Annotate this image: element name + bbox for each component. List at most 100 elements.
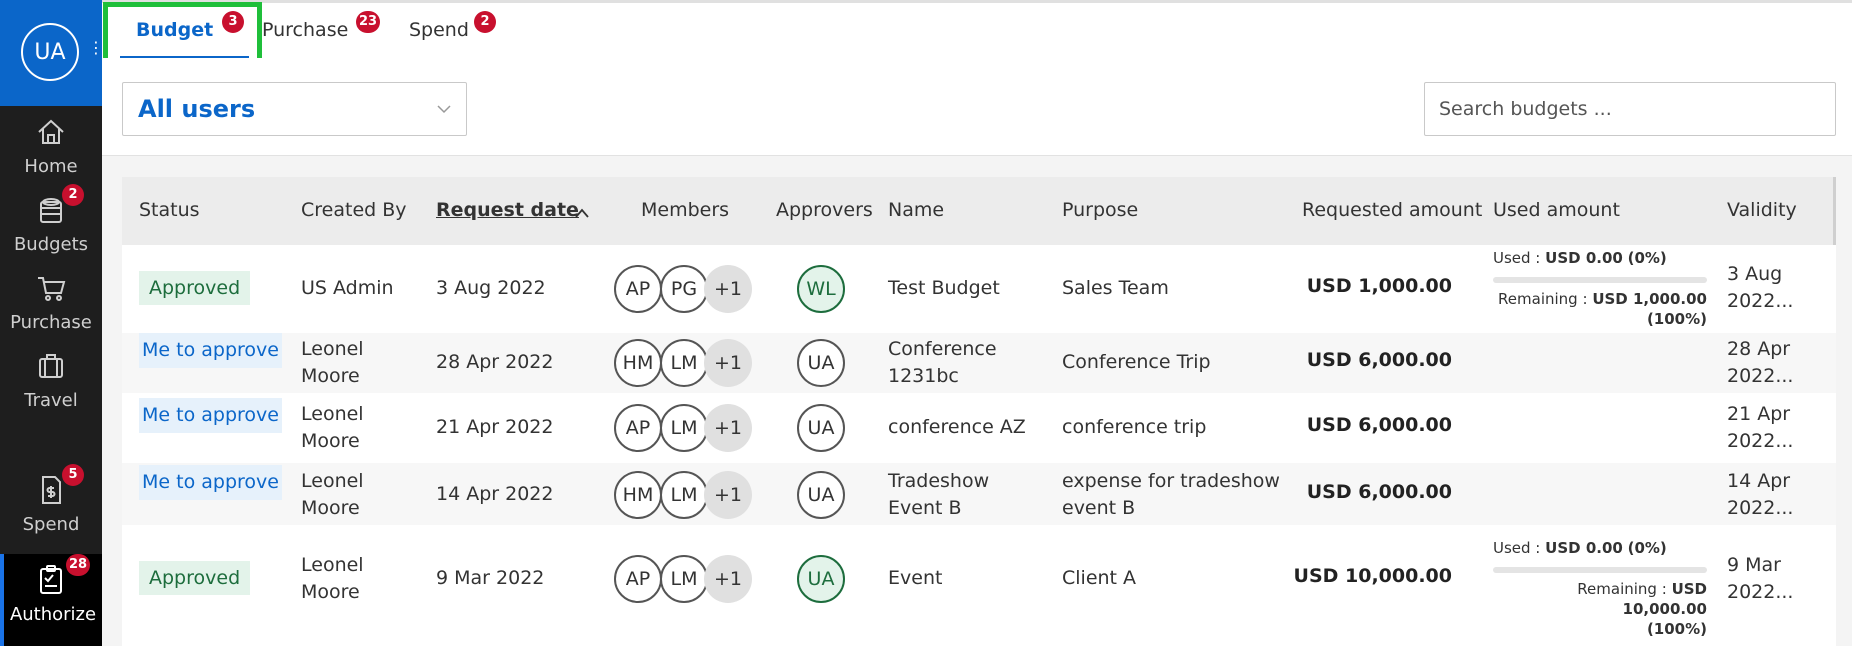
used-value: USD 0.00	[1545, 249, 1623, 267]
requested-amount: USD 6,000.00	[1306, 414, 1452, 436]
member-avatar[interactable]: HM	[614, 471, 662, 519]
approver-avatar[interactable]: UA	[797, 404, 845, 452]
member-more[interactable]: +1	[704, 555, 752, 603]
created-by: US Admin	[301, 277, 394, 299]
sidebar-item-label: Spend	[22, 514, 80, 535]
remaining-value: USD 1,000.00	[1592, 290, 1707, 308]
sort-ascending-icon[interactable]	[574, 207, 590, 219]
table-row[interactable]: Me to approve Leonel Moore 14 Apr 2022 H…	[122, 463, 1836, 525]
approver-avatar[interactable]: UA	[797, 471, 845, 519]
tab-spend[interactable]: Spend 2	[409, 11, 496, 41]
member-more[interactable]: +1	[704, 404, 752, 452]
sidebar-item-spend[interactable]: 5 Spend	[0, 464, 102, 550]
col-validity[interactable]: Validity	[1727, 199, 1797, 221]
clipboard-check-icon	[40, 565, 62, 594]
created-by: Leonel Moore	[301, 338, 364, 387]
budget-table: Status Created By Request date Members A…	[122, 177, 1836, 646]
col-approvers[interactable]: Approvers	[776, 199, 873, 221]
budget-name[interactable]: Event	[888, 565, 942, 592]
validity-line1: 28 Apr	[1727, 338, 1791, 360]
requested-amount: USD 10,000.00	[1293, 565, 1452, 587]
status-badge: Approved	[139, 271, 251, 305]
table-row[interactable]: Approved Leonel Moore 9 Mar 2022 AP LM +…	[122, 525, 1836, 646]
used-label: Used :	[1493, 249, 1541, 267]
member-avatar[interactable]: AP	[614, 265, 662, 313]
sidebar-item-label: Authorize	[9, 604, 97, 625]
member-avatar[interactable]: LM	[660, 339, 708, 387]
member-avatar[interactable]: LM	[660, 555, 708, 603]
tab-purchase[interactable]: Purchase 23	[262, 11, 381, 41]
sidebar-item-budgets[interactable]: 2 Budgets	[0, 184, 102, 270]
validity-line2: 2022...	[1727, 581, 1794, 603]
search-input[interactable]	[1424, 82, 1836, 136]
col-created-by[interactable]: Created By	[301, 199, 407, 221]
approver-avatar[interactable]: UA	[797, 339, 845, 387]
validity: 14 Apr 2022...	[1727, 468, 1793, 522]
purpose: Conference Trip	[1062, 351, 1211, 373]
remaining-line: Remaining : USD 1,000.00 (100%)	[1498, 289, 1707, 329]
validity: 28 Apr 2022...	[1727, 336, 1793, 390]
sidebar-item-authorize[interactable]: 28 Authorize	[0, 554, 102, 646]
tab-label: Purchase	[262, 19, 349, 41]
purpose: conference trip	[1062, 416, 1207, 438]
status-badge: Approved	[139, 561, 251, 595]
sidebar-header: UA ⋮	[0, 0, 104, 106]
remaining-pct: (100%)	[1646, 310, 1707, 328]
filter-bar: All users	[102, 58, 1852, 156]
validity: 9 Mar 2022...	[1727, 552, 1793, 606]
suitcase-icon	[39, 354, 63, 378]
sidebar-item-label: Budgets	[13, 234, 89, 255]
member-avatar[interactable]: LM	[660, 404, 708, 452]
budget-name[interactable]: Conference 1231bc	[888, 336, 1008, 390]
status-badge: Me to approve	[139, 398, 282, 433]
col-requested-amount[interactable]: Requested amount	[1302, 199, 1482, 221]
sidebar-item-label: Purchase	[10, 312, 92, 333]
used-value: USD 0.00	[1545, 539, 1623, 557]
request-date: 9 Mar 2022	[436, 567, 545, 589]
table-row[interactable]: Approved US Admin 3 Aug 2022 AP PG +1 WL…	[122, 245, 1836, 333]
budgets-badge: 2	[62, 184, 84, 206]
purpose: Sales Team	[1062, 277, 1169, 299]
member-avatar[interactable]: AP	[614, 404, 662, 452]
budget-name[interactable]: conference AZ	[888, 414, 1026, 441]
approver-avatar[interactable]: WL	[797, 265, 845, 313]
member-avatar[interactable]: PG	[660, 265, 708, 313]
col-name[interactable]: Name	[888, 199, 944, 221]
table-row[interactable]: Me to approve Leonel Moore 28 Apr 2022 H…	[122, 333, 1836, 393]
member-more[interactable]: +1	[704, 265, 752, 313]
sidebar: UA ⋮ Home 2 Budgets Purchase Travel 5 Sp…	[0, 0, 104, 646]
table-row[interactable]: Me to approve Leonel Moore 21 Apr 2022 A…	[122, 393, 1836, 463]
created-by: Leonel Moore	[301, 403, 364, 452]
col-members[interactable]: Members	[641, 199, 729, 221]
col-request-date[interactable]: Request date	[436, 199, 579, 221]
budget-name[interactable]: Test Budget	[888, 275, 1000, 302]
sidebar-item-home[interactable]: Home	[0, 106, 102, 192]
created-by: Leonel Moore	[301, 554, 364, 603]
approver-avatar[interactable]: UA	[797, 555, 845, 603]
validity-line2: 2022...	[1727, 430, 1794, 452]
budget-name[interactable]: Tradeshow Event B	[888, 468, 1008, 522]
sidebar-item-label: Travel	[24, 390, 78, 411]
col-purpose[interactable]: Purpose	[1062, 199, 1138, 221]
user-avatar[interactable]: UA	[21, 23, 79, 81]
col-used-amount[interactable]: Used amount	[1493, 199, 1620, 221]
validity-line2: 2022...	[1727, 365, 1794, 387]
member-avatar[interactable]: AP	[614, 555, 662, 603]
used-label: Used :	[1493, 539, 1541, 557]
tab-badge: 23	[356, 11, 381, 33]
member-avatar[interactable]: HM	[614, 339, 662, 387]
validity-line1: 21 Apr	[1727, 403, 1791, 425]
requested-amount: USD 1,000.00	[1306, 275, 1452, 297]
member-more[interactable]: +1	[704, 339, 752, 387]
member-more[interactable]: +1	[704, 471, 752, 519]
table-header: Status Created By Request date Members A…	[122, 177, 1836, 245]
tab-bar: Budget 3 Purchase 23 Spend 2	[102, 0, 1852, 60]
user-filter-select[interactable]: All users	[122, 82, 467, 136]
validity-line1: 3 Aug	[1727, 263, 1783, 285]
member-avatar[interactable]: LM	[660, 471, 708, 519]
used-line: Used : USD 0.00 (0%)	[1493, 249, 1667, 267]
usage-bar	[1493, 277, 1707, 283]
sidebar-item-purchase[interactable]: Purchase	[0, 262, 102, 348]
sidebar-item-travel[interactable]: Travel	[0, 340, 102, 426]
col-status[interactable]: Status	[139, 199, 200, 221]
